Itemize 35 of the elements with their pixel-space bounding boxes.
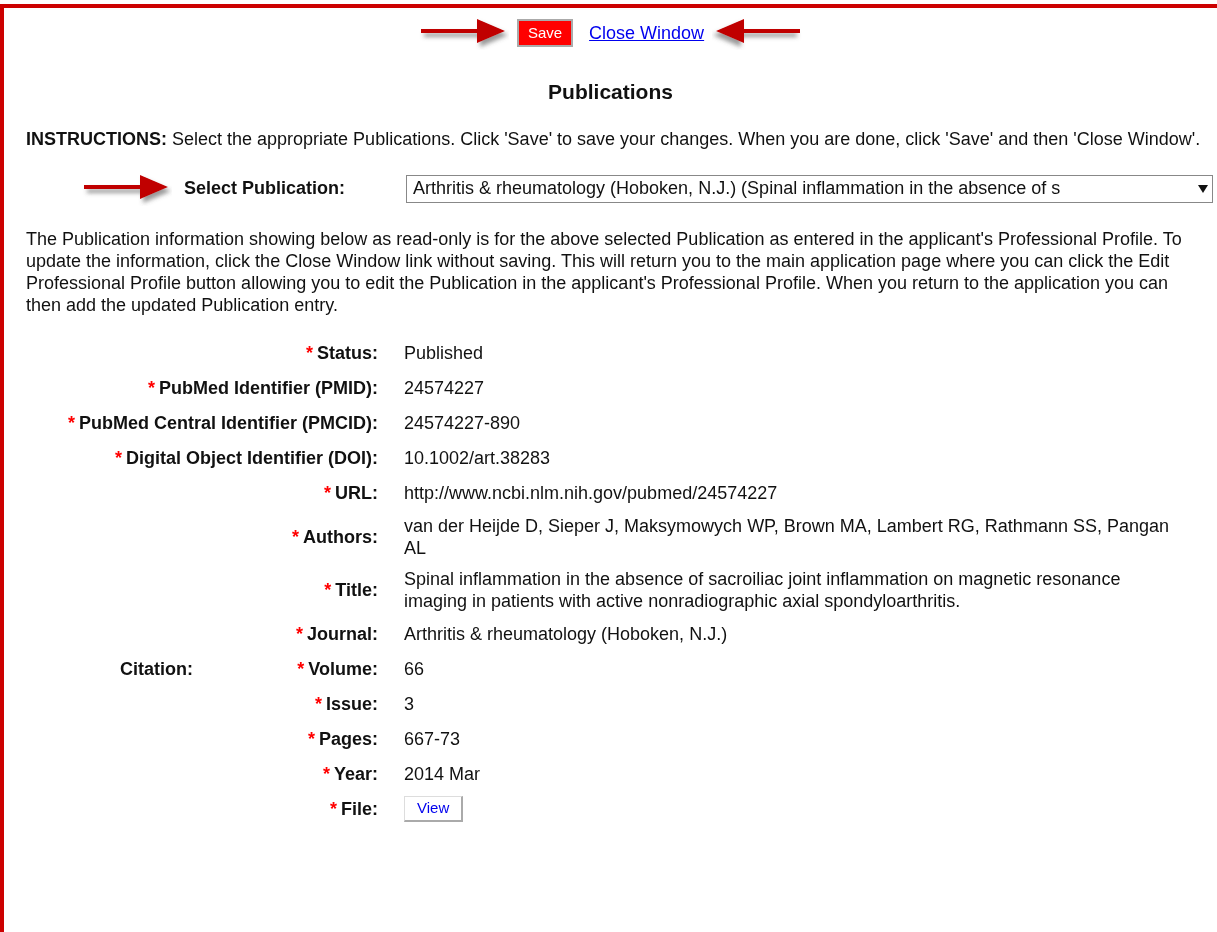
- select-label: Select Publication:: [184, 177, 347, 200]
- field-label: * PubMed Central Identifier (PMCID):: [67, 411, 378, 434]
- caret-icon: [1198, 184, 1208, 193]
- field-label: * URL:: [324, 481, 378, 504]
- field-value: 24574227-890: [404, 412, 521, 433]
- field-value: http://www.ncbi.nlm.nih.gov/pubmed/24574227: [404, 482, 778, 503]
- field-label: * PubMed Identifier (PMID):: [148, 376, 378, 399]
- field-label: * Authors:: [292, 525, 378, 548]
- field-value: van der Heijde D, Sieper J, Maksymowych WP, Brown MA, Lambert RG, Rathmann SS, Pangan AL: [404, 515, 1169, 558]
- field-label: * Journal:: [295, 622, 378, 645]
- instructions-text: INSTRUCTIONS: Select the appropriate Publications. Click 'Save' to save your changes. When you are done, click 'Save' and then 'Close Window'.: [26, 127, 1202, 150]
- field-label: * Volume:: [297, 657, 378, 680]
- field-label: * Title:: [324, 578, 378, 601]
- field-value: Published: [404, 342, 484, 363]
- field-value: 10.1002/art.38283: [404, 447, 551, 468]
- field-label: * Pages:: [307, 727, 378, 750]
- view-button[interactable]: View: [404, 796, 464, 822]
- field-label: * File:: [329, 797, 378, 820]
- field-value: Spinal inflammation in the absence of sacroiliac joint inflammation on magnetic resonance imaging in patients with active nonradiographic axial spondyloarthritis.: [404, 568, 1121, 611]
- field-label: * Digital Object Identifier (DOI):: [114, 446, 378, 469]
- field-label: * Issue:: [314, 692, 378, 715]
- close-window-link[interactable]: Close Window: [589, 19, 705, 47]
- field-value: 3: [404, 693, 414, 714]
- field-label: * Status:: [305, 341, 378, 364]
- field-value: Arthritis & rheumatology (Hoboken, N.J.): [404, 623, 728, 644]
- citation-label: Citation:: [120, 658, 193, 679]
- field-value: 66: [404, 658, 425, 679]
- field-label: * Year:: [322, 762, 378, 785]
- info-paragraph: The Publication information showing below as read-only is for the above selected Publication as entered in the applicant's Professional Profile. To update the information, click the Close Window link without saving. This will return you to the main application page where you can click the Edit Professional Profile button allowing you to edit the Publication in the applicant's Professional Profile. When you return to the application you can then add the updated Publication entry.: [26, 227, 1183, 316]
- page-heading: Publications: [547, 79, 674, 105]
- field-value: 2014 Mar: [404, 763, 481, 784]
- publication-select[interactable]: Arthritis & rheumatology (Hoboken, N.J.) (Spinal inflammation in the absence of s: [406, 174, 1213, 203]
- field-value: 667-73: [404, 728, 461, 749]
- save-button[interactable]: Save: [516, 18, 574, 48]
- field-value: 24574227: [404, 377, 485, 398]
